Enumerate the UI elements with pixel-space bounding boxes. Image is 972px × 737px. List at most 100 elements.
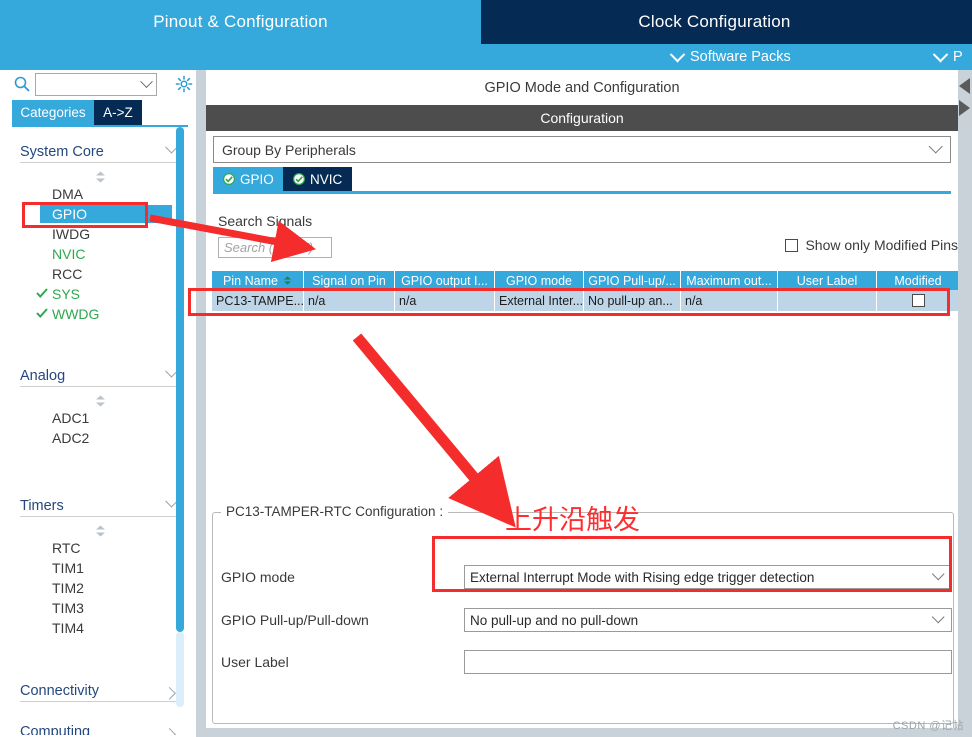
sidebar-item-rcc[interactable]: RCC: [52, 265, 82, 283]
field-label-gpio-pull: GPIO Pull-up/Pull-down: [221, 612, 369, 628]
sidebar-item-label: DMA: [52, 186, 84, 202]
sidebar-item-iwdg[interactable]: IWDG: [52, 225, 90, 243]
column-header-label: GPIO mode: [506, 273, 572, 288]
column-header-gpio-output-level[interactable]: GPIO output I...: [395, 271, 495, 290]
sidebar-item-wwdg[interactable]: WWDG: [36, 305, 100, 323]
sidebar-item-tim1[interactable]: TIM1: [52, 559, 84, 577]
group-header-system-core[interactable]: System Core: [20, 140, 180, 163]
cell-text: No pull-up an...: [588, 293, 673, 308]
sidebar-scrollbar-thumb[interactable]: [176, 127, 184, 632]
column-header-label: Modified: [894, 273, 942, 288]
column-header-gpio-pull[interactable]: GPIO Pull-up/...: [584, 271, 681, 290]
signal-search-input[interactable]: Search (Ctrl+F): [218, 237, 332, 258]
table-row[interactable]: PC13-TAMPE... n/a n/a External Inter... …: [212, 290, 960, 311]
sidebar-item-tim4[interactable]: TIM4: [52, 619, 84, 637]
column-header-signal-on-pin[interactable]: Signal on Pin: [304, 271, 395, 290]
software-packs-menu[interactable]: Software Packs: [669, 44, 791, 70]
pin-configuration-legend: PC13-TAMPER-RTC Configuration :: [221, 504, 449, 519]
column-header-label: User Label: [796, 273, 858, 288]
column-header-label: Pin Name: [223, 273, 278, 288]
column-header-label: GPIO Pull-up/...: [588, 273, 676, 288]
show-only-modified-pins-row[interactable]: Show only Modified Pins: [785, 237, 958, 253]
sidebar-item-adc2[interactable]: ADC2: [52, 429, 89, 447]
chevron-right-icon: [163, 727, 176, 735]
cell-text: External Inter...: [499, 293, 584, 308]
tab-gpio[interactable]: GPIO: [213, 167, 284, 191]
show-only-modified-pins-checkbox[interactable]: [785, 238, 799, 252]
tab-overflow-edge[interactable]: [948, 0, 972, 44]
pin-configuration-groupbox: PC13-TAMPER-RTC Configuration : GPIO mod…: [212, 504, 954, 724]
scroll-spinner-icon[interactable]: [94, 525, 107, 537]
sidebar-item-tim3[interactable]: TIM3: [52, 599, 84, 617]
tab-a-to-z[interactable]: A->Z: [94, 100, 142, 125]
gpio-mode-select[interactable]: External Interrupt Mode with Rising edge…: [464, 565, 952, 589]
panel-collapse-arrows[interactable]: [957, 76, 972, 120]
sidebar-item-gpio[interactable]: GPIO: [40, 205, 172, 223]
sidebar-item-label: WWDG: [52, 306, 100, 322]
column-header-pin-name[interactable]: Pin Name: [212, 271, 304, 290]
annotation-note-text: 上升沿触发: [505, 505, 640, 536]
cell-text: n/a: [685, 293, 703, 308]
user-label-input[interactable]: [464, 650, 952, 674]
secondary-toolbar: Software Packs P: [0, 44, 972, 70]
sidebar-item-label: NVIC: [52, 246, 86, 262]
chevron-down-icon: [932, 46, 949, 62]
tab-nvic[interactable]: NVIC: [283, 167, 353, 191]
project-manager-label: P: [953, 49, 963, 65]
tab-pinout-configuration[interactable]: Pinout & Configuration: [0, 0, 481, 44]
sidebar-item-label: TIM4: [52, 620, 84, 636]
column-header-label: Maximum out...: [686, 273, 772, 288]
search-input[interactable]: [35, 73, 157, 96]
sidebar-item-nvic[interactable]: NVIC: [52, 245, 85, 263]
gear-icon[interactable]: [175, 75, 193, 93]
scroll-spinner-icon[interactable]: [94, 395, 107, 407]
column-header-modified[interactable]: Modified: [877, 271, 960, 290]
sidebar-item-label: TIM1: [52, 560, 84, 576]
sidebar-item-label: IWDG: [52, 226, 91, 242]
tab-categories-label: Categories: [20, 105, 86, 120]
sidebar-item-label: RTC: [52, 540, 81, 556]
sidebar-item-sys[interactable]: SYS: [36, 285, 80, 303]
group-header-computing[interactable]: Computing: [20, 721, 180, 735]
modified-checkbox[interactable]: [911, 294, 925, 307]
sidebar-scrollbar-track[interactable]: [176, 632, 184, 707]
sidebar-item-label: TIM2: [52, 580, 84, 596]
column-header-label: Signal on Pin: [312, 273, 386, 288]
cell-maximum-output: n/a: [681, 290, 778, 311]
tab-categories[interactable]: Categories: [12, 100, 94, 125]
configuration-band-label: Configuration: [540, 110, 624, 126]
sidebar-item-label: TIM3: [52, 600, 84, 616]
tab-pinout-label: Pinout & Configuration: [153, 12, 328, 31]
tab-nvic-label: NVIC: [310, 171, 343, 187]
chevron-down-icon: [931, 567, 945, 580]
group-timers-label: Timers: [20, 497, 64, 514]
sidebar-item-rtc[interactable]: RTC: [52, 539, 81, 557]
tab-clock-configuration[interactable]: Clock Configuration: [481, 0, 948, 44]
column-header-user-label[interactable]: User Label: [778, 271, 877, 290]
group-system-core-label: System Core: [20, 143, 104, 160]
sidebar-item-adc1[interactable]: ADC1: [52, 409, 89, 427]
column-header-maximum-output[interactable]: Maximum out...: [681, 271, 778, 290]
cell-signal-on-pin: n/a: [304, 290, 395, 311]
gpio-pull-select[interactable]: No pull-up and no pull-down: [464, 608, 952, 632]
group-by-select[interactable]: Group By Peripherals: [213, 136, 951, 163]
cell-modified: [877, 290, 960, 311]
chevron-down-icon: [931, 610, 945, 623]
group-header-analog[interactable]: Analog: [20, 364, 180, 387]
check-circle-icon: [223, 173, 235, 185]
sidebar-item-tim2[interactable]: TIM2: [52, 579, 84, 597]
group-by-value: Group By Peripherals: [222, 141, 356, 158]
scroll-spinner-icon[interactable]: [94, 171, 107, 183]
sidebar-item-dma[interactable]: DMA: [52, 185, 83, 203]
gpio-pull-value: No pull-up and no pull-down: [470, 612, 639, 628]
sidebar-tabs: Categories A->Z: [0, 100, 196, 127]
group-header-connectivity[interactable]: Connectivity: [20, 680, 180, 702]
group-header-timers[interactable]: Timers: [20, 494, 180, 517]
sort-arrows-icon: [283, 276, 291, 285]
peripheral-sidebar: Categories A->Z System Core DMA GPIO IWD…: [0, 70, 196, 737]
project-manager-menu[interactable]: P: [932, 44, 963, 70]
column-header-gpio-mode[interactable]: GPIO mode: [495, 271, 584, 290]
cell-gpio-pull: No pull-up an...: [584, 290, 681, 311]
tab-gpio-label: GPIO: [240, 171, 274, 187]
sidebar-scrollbar[interactable]: [176, 127, 184, 707]
